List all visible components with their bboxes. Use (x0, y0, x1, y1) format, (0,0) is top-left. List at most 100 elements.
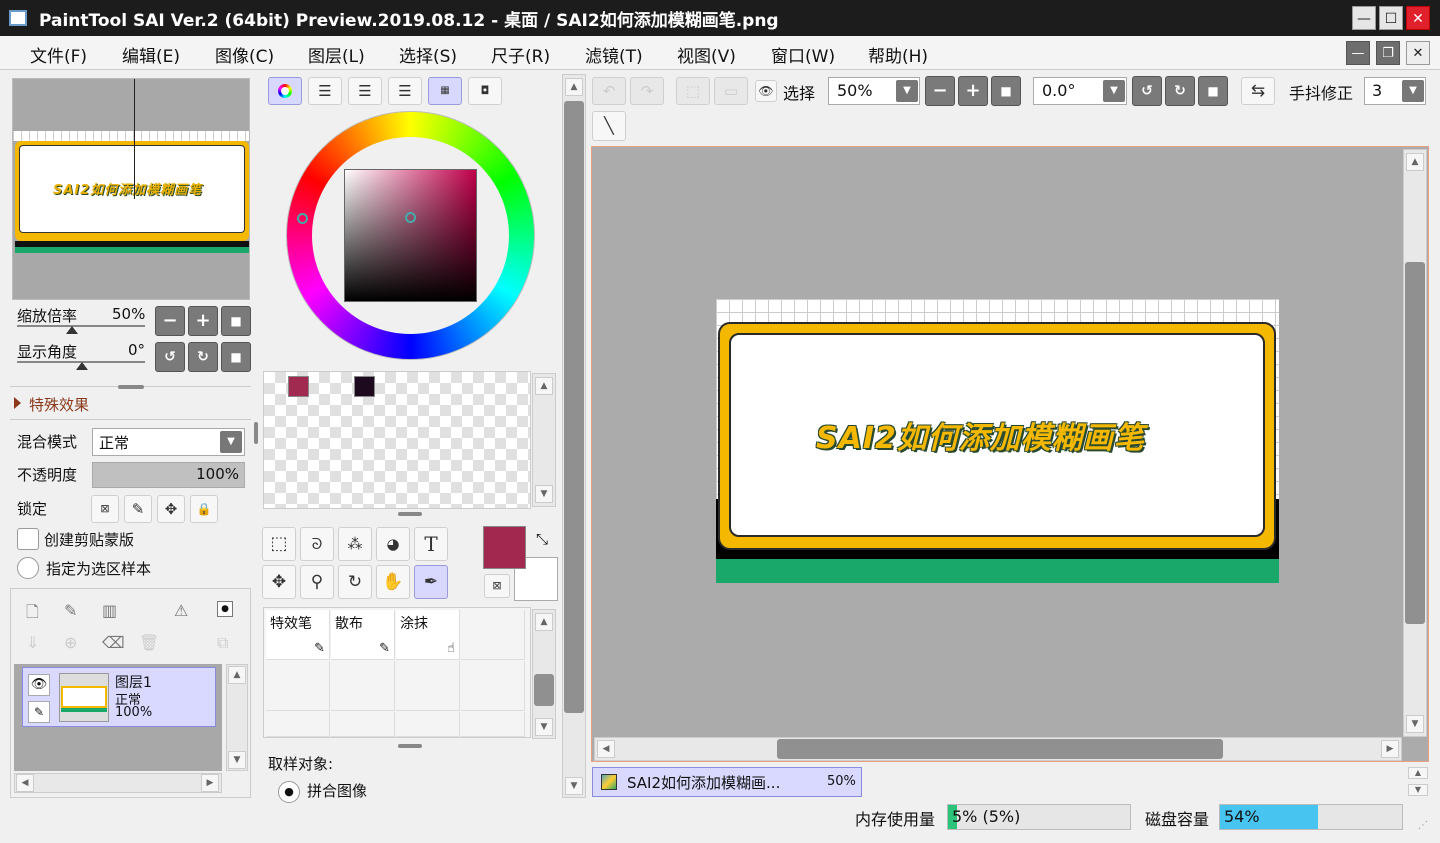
color-wheel-tab[interactable] (268, 77, 302, 105)
delete-layer-icon[interactable]: 🗑 (139, 633, 159, 652)
redo-icon[interactable]: ↷ (630, 77, 664, 105)
brush-slot-empty[interactable] (266, 661, 330, 711)
primary-color[interactable] (483, 526, 526, 569)
swatch-1[interactable] (288, 376, 309, 397)
tab-scroll-down-icon[interactable]: ▼ (1408, 784, 1428, 796)
swatch-2[interactable] (354, 376, 375, 397)
saturation-value-square[interactable] (344, 169, 477, 302)
new-layer-icon[interactable]: 🗋 (26, 601, 39, 628)
canvas-rotate-right-button[interactable]: ↻ (1165, 76, 1195, 106)
lock-paint-icon[interactable]: ✎ (124, 495, 152, 523)
zoom-in-button[interactable]: + (188, 306, 218, 336)
lasso-icon[interactable]: ᘐ (300, 527, 334, 561)
undo-icon[interactable]: ↶ (592, 77, 626, 105)
selection-source-checkbox[interactable] (17, 557, 39, 579)
move-icon[interactable]: ✥ (262, 565, 296, 599)
scroll-up-icon[interactable]: ▲ (535, 377, 553, 395)
swatches-tab[interactable]: ▦ (428, 77, 462, 105)
rgb-slider-tab[interactable]: ☰ (308, 77, 342, 105)
panel-splitter[interactable] (118, 385, 144, 389)
sample-radio[interactable]: ● (278, 781, 300, 803)
new-folder-icon[interactable]: ▥ (102, 601, 117, 620)
expand-arrow-icon[interactable] (14, 397, 21, 409)
menu-select[interactable]: 选择(S) (399, 42, 457, 67)
magic-wand-icon[interactable]: ⁂ (338, 527, 372, 561)
apply-mask-icon[interactable]: ⧉ (217, 633, 228, 653)
rotate-tool-icon[interactable]: ↻ (338, 565, 372, 599)
menu-image[interactable]: 图像(C) (215, 42, 274, 67)
effects-label[interactable]: 特殊效果 (29, 394, 89, 415)
rotate-left-button[interactable]: ↺ (155, 342, 185, 372)
brush-slot-empty[interactable] (396, 661, 460, 711)
tool-panel-scrollbar[interactable]: ▲ ▼ (562, 74, 586, 798)
deselect-icon[interactable]: ⬚ (676, 77, 710, 105)
hue-picker[interactable] (297, 213, 308, 224)
doc-restore-button[interactable]: ❐ (1376, 41, 1400, 65)
swatch-scrollbar[interactable]: ▲ ▼ (532, 373, 556, 507)
menu-help[interactable]: 帮助(H) (868, 42, 928, 67)
brush-slot-empty[interactable] (461, 610, 525, 660)
canvas-rotate-reset-button[interactable]: ■ (1198, 76, 1228, 106)
tab-scroll-up-icon[interactable]: ▲ (1408, 767, 1428, 779)
zoom-out-button[interactable]: − (155, 306, 185, 336)
scroll-up-icon[interactable]: ▲ (228, 666, 246, 684)
panel-splitter[interactable] (398, 512, 422, 516)
lock-transparency-icon[interactable]: ⊠ (91, 495, 119, 523)
lock-move-icon[interactable]: ✥ (157, 495, 185, 523)
canvas-zoom-out-button[interactable]: − (925, 76, 955, 106)
canvas-document[interactable]: SAI2如何添加模糊画笔 (716, 299, 1279, 735)
scroll-right-icon[interactable]: ▶ (201, 774, 219, 792)
menu-window[interactable]: 窗口(W) (771, 42, 835, 67)
scroll-right-icon[interactable]: ▶ (1381, 740, 1399, 758)
resize-grip-icon[interactable]: ⋰ (1418, 820, 1428, 831)
visibility-eye-icon[interactable]: 👁 (28, 674, 50, 696)
scroll-down-icon[interactable]: ▼ (535, 718, 553, 736)
scroll-up-icon[interactable]: ▲ (1406, 153, 1424, 171)
brush-slot-empty[interactable] (331, 712, 395, 737)
layer-mask-icon[interactable]: ● (217, 601, 233, 617)
scratchpad-tab[interactable]: ◘ (468, 77, 502, 105)
blend-mode-select[interactable]: 正常 ▼ (92, 428, 245, 456)
brush-smudge[interactable]: 涂抹 ☝ (396, 610, 460, 660)
canvas-zoom-reset-button[interactable]: ■ (991, 76, 1021, 106)
layer-list-hscrollbar[interactable]: ◀ ▶ (14, 773, 222, 793)
lock-all-icon[interactable]: 🔒 (190, 495, 218, 523)
zoom-slider[interactable] (17, 325, 145, 327)
menu-layer[interactable]: 图层(L) (308, 42, 365, 67)
brush-slot-empty[interactable] (331, 661, 395, 711)
rotate-right-button[interactable]: ↻ (188, 342, 218, 372)
menu-view[interactable]: 视图(V) (677, 42, 736, 67)
canvas-vscrollbar[interactable]: ▲ ▼ (1403, 149, 1427, 737)
line-tool-icon[interactable]: ╲ (592, 111, 626, 141)
menu-ruler[interactable]: 尺子(R) (491, 42, 550, 67)
canvas-rotate-left-button[interactable]: ↺ (1132, 76, 1162, 106)
close-button[interactable]: ✕ (1406, 6, 1430, 30)
zoom-tool-icon[interactable]: ⚲ (300, 565, 334, 599)
scroll-left-icon[interactable]: ◀ (597, 740, 615, 758)
scroll-up-icon[interactable]: ▲ (565, 78, 583, 96)
minimize-button[interactable]: — (1352, 6, 1376, 30)
brush-slot-empty[interactable] (396, 712, 460, 737)
angle-slider-handle[interactable] (76, 362, 88, 370)
brush-special[interactable]: 特效笔 ✎ (266, 610, 330, 660)
text-tool-icon[interactable]: T (414, 527, 448, 561)
navigator-preview[interactable]: SAI2如何添加模糊画笔 (12, 78, 250, 300)
zoom-slider-handle[interactable] (66, 326, 78, 334)
flip-horizontal-icon[interactable]: ⇆ (1241, 77, 1275, 105)
canvas-zoom-in-button[interactable]: + (958, 76, 988, 106)
scroll-thumb[interactable] (564, 101, 584, 713)
scroll-up-icon[interactable]: ▲ (535, 613, 553, 631)
scroll-thumb[interactable] (1405, 262, 1425, 624)
doc-close-button[interactable]: ✕ (1406, 41, 1430, 65)
panel-splitter[interactable] (398, 744, 422, 748)
scroll-down-icon[interactable]: ▼ (1406, 715, 1424, 733)
menu-edit[interactable]: 编辑(E) (122, 42, 180, 67)
swap-colors-icon[interactable]: ⤡ (536, 530, 548, 548)
hsv-slider-tab[interactable]: ☰ (348, 77, 382, 105)
clear-layer-icon[interactable]: ⌫ (102, 633, 125, 652)
brush-slot-empty[interactable] (461, 661, 525, 711)
rect-select-icon[interactable]: ⬚ (262, 527, 296, 561)
canvas-viewport[interactable]: SAI2如何添加模糊画笔 ▲ ▼ ◀ ▶ (591, 146, 1429, 762)
layer-menu-icon[interactable]: ⚠ (174, 601, 188, 620)
document-tab[interactable]: SAI2如何添加模糊画... 50% (592, 767, 862, 797)
